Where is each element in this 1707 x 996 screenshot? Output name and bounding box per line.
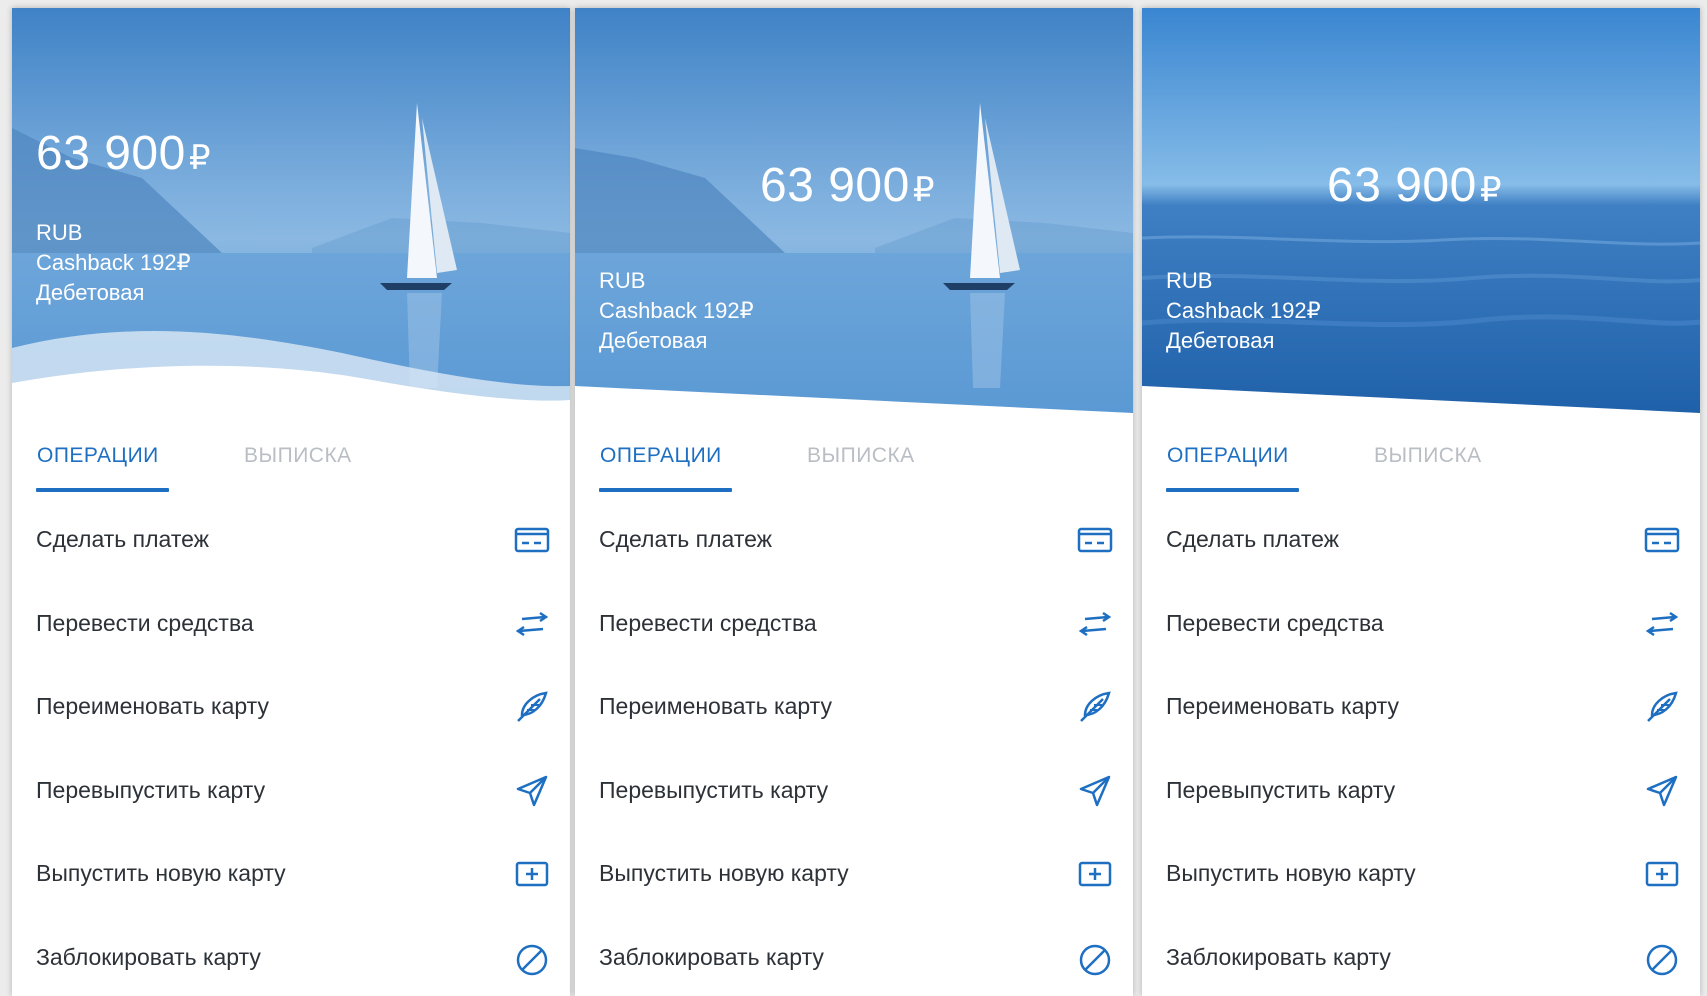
action-label: Сделать платеж bbox=[36, 526, 210, 552]
card-header: 63 900₽ RUB Cashback 192₽ Дебетовая bbox=[575, 8, 1133, 428]
action-transfer-funds[interactable]: Перевести средства bbox=[1142, 588, 1700, 672]
action-make-payment[interactable]: Сделать платеж bbox=[12, 504, 570, 588]
actions-list: Сделать платеж Перевести средства Переим… bbox=[575, 504, 1133, 996]
actions-list: Сделать платеж Перевести средства Переим… bbox=[1142, 504, 1700, 996]
active-tab-indicator bbox=[36, 488, 169, 492]
action-label: Сделать платеж bbox=[1166, 526, 1340, 552]
balance-amount: 63 900₽ bbox=[760, 159, 935, 212]
card-screen-variant-1: 63 900₽ RUB Cashback 192₽ Дебетовая ОПЕР… bbox=[12, 8, 570, 996]
add-card-icon bbox=[512, 854, 552, 894]
cashback-amount: Cashback 192₽ bbox=[36, 250, 191, 275]
action-label: Перевести средства bbox=[36, 609, 254, 636]
currency-code: RUB bbox=[1166, 268, 1213, 293]
action-transfer-funds[interactable]: Перевести средства bbox=[12, 588, 570, 672]
action-label: Переименовать карту bbox=[1166, 693, 1399, 720]
open-sea-background bbox=[1142, 8, 1700, 428]
active-tab-indicator bbox=[1166, 488, 1299, 492]
action-block-card[interactable]: Заблокировать карту bbox=[12, 922, 570, 996]
mockup-stage: 63 900₽ RUB Cashback 192₽ Дебетовая ОПЕР… bbox=[0, 0, 1707, 996]
card-header: 63 900₽ RUB Cashback 192₽ Дебетовая bbox=[12, 8, 570, 428]
action-reissue-card[interactable]: Перевыпустить карту bbox=[575, 755, 1133, 839]
block-icon bbox=[1075, 938, 1115, 978]
card-meta: RUB Cashback 192₽ Дебетовая bbox=[1166, 266, 1321, 356]
cashback-amount: Cashback 192₽ bbox=[599, 298, 754, 323]
action-label: Перевести средства bbox=[599, 609, 817, 636]
send-icon bbox=[1642, 771, 1682, 811]
actions-list: Сделать платеж Перевести средства Переим… bbox=[12, 504, 570, 996]
card-meta: RUB Cashback 192₽ Дебетовая bbox=[599, 266, 754, 356]
action-rename-card[interactable]: Переименовать карту bbox=[12, 671, 570, 755]
action-block-card[interactable]: Заблокировать карту bbox=[575, 922, 1133, 996]
action-label: Выпустить новую карту bbox=[599, 860, 849, 887]
currency-code: RUB bbox=[599, 268, 646, 293]
action-label: Перевыпустить карту bbox=[36, 776, 266, 803]
add-card-icon bbox=[1075, 854, 1115, 894]
balance-amount: 63 900₽ bbox=[36, 127, 211, 180]
action-reissue-card[interactable]: Перевыпустить карту bbox=[12, 755, 570, 839]
action-rename-card[interactable]: Переименовать карту bbox=[1142, 671, 1700, 755]
card-icon bbox=[1642, 520, 1682, 560]
sea-sailboat-background bbox=[575, 8, 1133, 428]
block-icon bbox=[512, 938, 552, 978]
feather-icon bbox=[1642, 687, 1682, 727]
balance-amount: 63 900₽ bbox=[1327, 159, 1502, 212]
feather-icon bbox=[512, 687, 552, 727]
card-icon bbox=[1075, 520, 1115, 560]
action-label: Переименовать карту bbox=[599, 693, 832, 720]
tab-statement[interactable]: ВЫПИСКА bbox=[1374, 444, 1482, 468]
action-issue-new-card[interactable]: Выпустить новую карту bbox=[1142, 838, 1700, 922]
action-label: Перевести средства bbox=[1166, 609, 1384, 636]
card-meta: RUB Cashback 192₽ Дебетовая bbox=[36, 218, 191, 308]
active-tab-indicator bbox=[599, 488, 732, 492]
action-rename-card[interactable]: Переименовать карту bbox=[575, 671, 1133, 755]
card-type: Дебетовая bbox=[1166, 328, 1275, 353]
card-type: Дебетовая bbox=[36, 280, 145, 305]
send-icon bbox=[512, 771, 552, 811]
action-block-card[interactable]: Заблокировать карту bbox=[1142, 922, 1700, 996]
action-transfer-funds[interactable]: Перевести средства bbox=[575, 588, 1133, 672]
feather-icon bbox=[1075, 687, 1115, 727]
action-label: Переименовать карту bbox=[36, 693, 269, 720]
send-icon bbox=[1075, 771, 1115, 811]
action-label: Заблокировать карту bbox=[599, 943, 824, 970]
tab-operations[interactable]: ОПЕРАЦИИ bbox=[1167, 444, 1289, 468]
transfer-icon bbox=[1642, 604, 1682, 644]
action-label: Перевыпустить карту bbox=[599, 776, 829, 803]
action-label: Выпустить новую карту bbox=[36, 860, 286, 887]
tab-statement[interactable]: ВЫПИСКА bbox=[244, 444, 352, 468]
currency-code: RUB bbox=[36, 220, 83, 245]
action-label: Сделать платеж bbox=[599, 526, 773, 552]
tab-bar: ОПЕРАЦИИ ВЫПИСКА bbox=[575, 428, 1133, 492]
tab-operations[interactable]: ОПЕРАЦИИ bbox=[600, 444, 722, 468]
block-icon bbox=[1642, 938, 1682, 978]
card-screen-variant-3: 63 900₽ RUB Cashback 192₽ Дебетовая ОПЕР… bbox=[1142, 8, 1700, 996]
action-label: Заблокировать карту bbox=[1166, 943, 1391, 970]
action-make-payment[interactable]: Сделать платеж bbox=[1142, 504, 1700, 588]
tab-statement[interactable]: ВЫПИСКА bbox=[807, 444, 915, 468]
action-label: Выпустить новую карту bbox=[1166, 860, 1416, 887]
action-issue-new-card[interactable]: Выпустить новую карту bbox=[575, 838, 1133, 922]
action-make-payment[interactable]: Сделать платеж bbox=[575, 504, 1133, 588]
tab-bar: ОПЕРАЦИИ ВЫПИСКА bbox=[12, 428, 570, 492]
tab-operations[interactable]: ОПЕРАЦИИ bbox=[37, 444, 159, 468]
card-screen-variant-2: 63 900₽ RUB Cashback 192₽ Дебетовая ОПЕР… bbox=[575, 8, 1133, 996]
tab-bar: ОПЕРАЦИИ ВЫПИСКА bbox=[1142, 428, 1700, 492]
transfer-icon bbox=[512, 604, 552, 644]
add-card-icon bbox=[1642, 854, 1682, 894]
transfer-icon bbox=[1075, 604, 1115, 644]
action-label: Перевыпустить карту bbox=[1166, 776, 1396, 803]
card-icon bbox=[512, 520, 552, 560]
cashback-amount: Cashback 192₽ bbox=[1166, 298, 1321, 323]
card-header: 63 900₽ RUB Cashback 192₽ Дебетовая bbox=[1142, 8, 1700, 428]
action-reissue-card[interactable]: Перевыпустить карту bbox=[1142, 755, 1700, 839]
action-label: Заблокировать карту bbox=[36, 943, 261, 970]
action-issue-new-card[interactable]: Выпустить новую карту bbox=[12, 838, 570, 922]
card-type: Дебетовая bbox=[599, 328, 708, 353]
